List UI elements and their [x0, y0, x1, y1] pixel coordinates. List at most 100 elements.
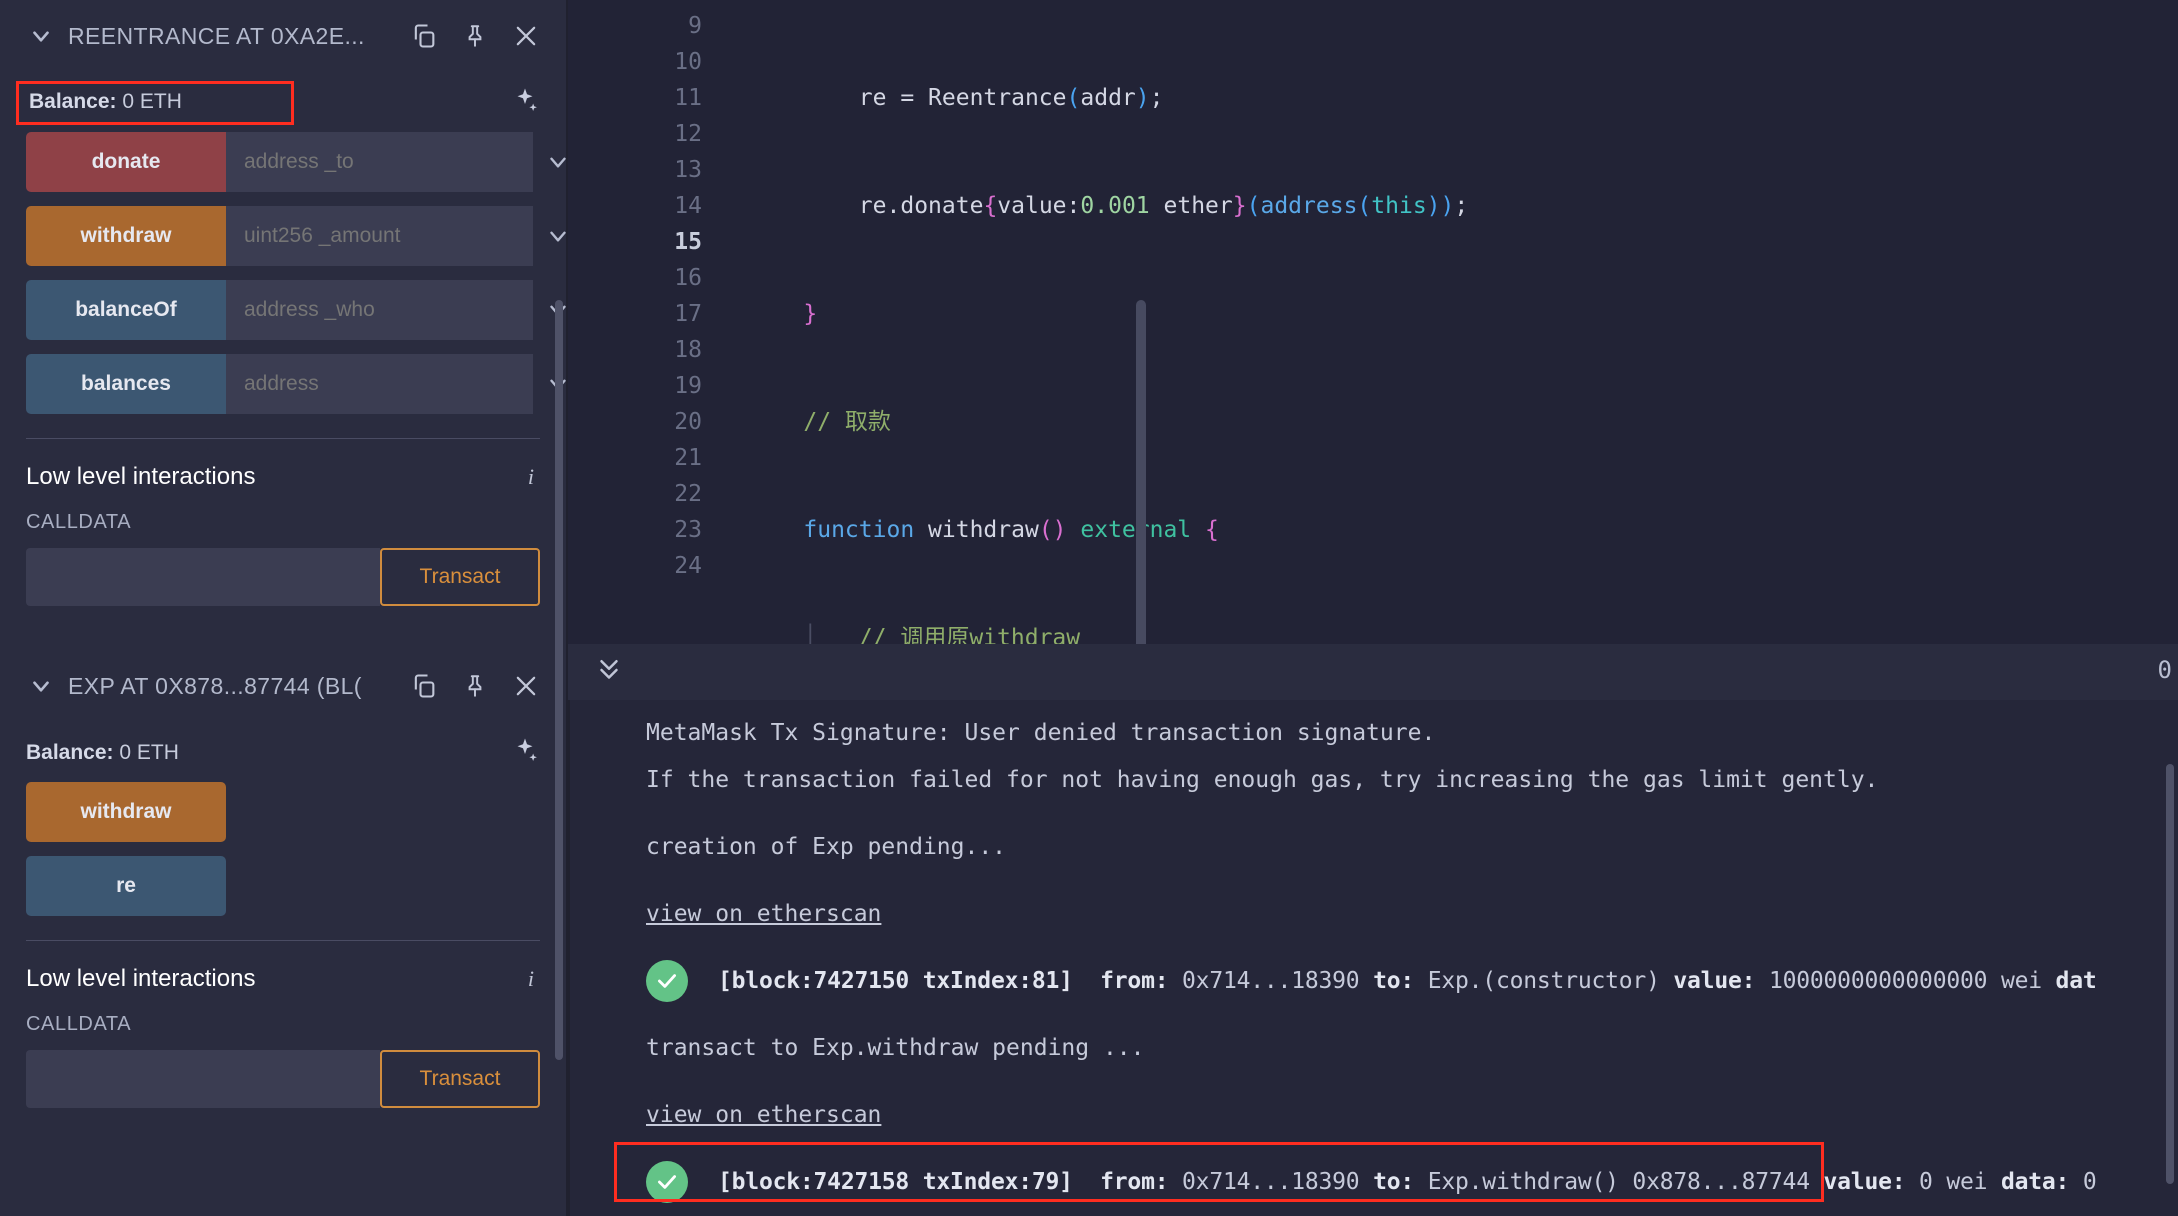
- highlighted-transaction-wrapper: [block:7427158 txIndex:79] from: 0x714..…: [614, 1142, 2178, 1215]
- line-number-gutter: 9 10 11 12 13 14 15 16 17 18 19 20 21 22…: [628, 0, 728, 644]
- tx-from-label: from:: [1100, 1168, 1169, 1195]
- transaction-log-row[interactable]: [block:7427158 txIndex:79] from: 0x714..…: [646, 1148, 2178, 1215]
- terminal-scrollbar[interactable]: [2166, 764, 2174, 1184]
- editor-scrollbar[interactable]: [1136, 300, 1146, 644]
- log-line-link[interactable]: view on etherscan: [646, 880, 2178, 947]
- deployed-contracts-panel: REENTRANCE AT 0XA2E... Balance: 0 ETH do…: [0, 0, 568, 1216]
- etherscan-link[interactable]: view on etherscan: [646, 901, 881, 927]
- transact-button[interactable]: Transact: [380, 548, 540, 606]
- info-icon[interactable]: i: [528, 464, 540, 490]
- code-line: re = Reentrance(addr);: [858, 85, 1164, 111]
- donate-input[interactable]: [226, 132, 533, 192]
- panel-scrollbar[interactable]: [555, 300, 563, 1060]
- balance-text: Balance: 0 ETH: [29, 90, 182, 113]
- balances-button[interactable]: balances: [26, 354, 226, 414]
- tx-value-value: 0 wei: [1919, 1168, 1988, 1195]
- code-line: │ // 调用原withdraw: [748, 625, 1081, 644]
- tx-data-label: dat: [2055, 967, 2097, 994]
- chevron-double-down-icon[interactable]: [594, 655, 624, 690]
- copy-icon[interactable]: [410, 672, 438, 700]
- tx-to-value: Exp.withdraw() 0x878...87744: [1427, 1168, 1810, 1195]
- function-row-donate: donate: [26, 132, 566, 192]
- close-icon[interactable]: [512, 672, 540, 700]
- line-number: 21: [674, 445, 702, 471]
- line-number: 9: [688, 13, 702, 39]
- balance-row: Balance: 0 ETH: [16, 74, 540, 132]
- success-check-icon: [646, 959, 688, 1002]
- instance-header[interactable]: EXP AT 0X878...87744 (BL(: [26, 650, 540, 722]
- line-number: 23: [674, 517, 702, 543]
- exp-re-button[interactable]: re: [26, 856, 226, 916]
- expand-withdraw-icon[interactable]: [533, 206, 566, 266]
- low-level-title: Low level interactions: [26, 463, 256, 490]
- sparkle-icon[interactable]: [510, 86, 540, 121]
- tx-from-value: 0x714...18390: [1182, 1168, 1360, 1195]
- withdraw-input[interactable]: [226, 206, 533, 266]
- balanceof-button[interactable]: balanceOf: [26, 280, 226, 340]
- terminal-panel: 0 MetaMask Tx Signature: User denied tra…: [568, 644, 2178, 1216]
- balanceof-input[interactable]: [226, 280, 533, 340]
- calldata-row: Transact: [26, 548, 540, 606]
- chevron-down-icon[interactable]: [26, 671, 56, 701]
- tx-block: [block:7427158 txIndex:79]: [718, 1168, 1073, 1195]
- calldata-input[interactable]: [26, 1050, 380, 1108]
- success-check-icon: [646, 1160, 688, 1203]
- log-line-link[interactable]: view on etherscan: [646, 1081, 2178, 1148]
- instance-separator: [0, 606, 566, 650]
- line-number: 12: [674, 121, 702, 147]
- tx-from-label: from:: [1100, 967, 1169, 994]
- exp-withdraw-button[interactable]: withdraw: [26, 782, 226, 842]
- line-number-active: 15: [674, 229, 702, 255]
- function-row-balances: balances: [26, 354, 566, 414]
- donate-button[interactable]: donate: [26, 132, 226, 192]
- calldata-row: Transact: [26, 1050, 540, 1108]
- expand-donate-icon[interactable]: [533, 132, 566, 192]
- line-number: 10: [674, 49, 702, 75]
- copy-icon[interactable]: [410, 22, 438, 50]
- log-line: creation of Exp pending...: [646, 833, 1007, 860]
- line-number: 17: [674, 301, 702, 327]
- etherscan-link[interactable]: view on etherscan: [646, 1102, 881, 1128]
- low-level-header: Low level interactions i: [26, 965, 540, 993]
- sparkle-icon[interactable]: [510, 736, 540, 771]
- tx-value-label: value:: [1823, 1168, 1906, 1195]
- tx-from-value: 0x714...18390: [1182, 967, 1360, 994]
- balance-value: 0 ETH: [122, 90, 182, 113]
- instance-header[interactable]: REENTRANCE AT 0XA2E...: [26, 0, 540, 72]
- main-area: 9 10 11 12 13 14 15 16 17 18 19 20 21 22…: [568, 0, 2178, 1216]
- function-row-withdraw: withdraw: [26, 206, 566, 266]
- calldata-label: CALLDATA: [26, 1013, 132, 1035]
- contract-instance-exp: EXP AT 0X878...87744 (BL( Balance: 0 ETH…: [0, 650, 566, 1108]
- calldata-label: CALLDATA: [26, 511, 132, 533]
- low-level-header: Low level interactions i: [26, 463, 540, 491]
- code-editor[interactable]: 9 10 11 12 13 14 15 16 17 18 19 20 21 22…: [568, 0, 2178, 644]
- line-number: 18: [674, 337, 702, 363]
- pin-icon[interactable]: [462, 23, 488, 49]
- close-icon[interactable]: [512, 22, 540, 50]
- tx-value-value: 1000000000000000 wei: [1768, 967, 2042, 994]
- chevron-down-icon[interactable]: [26, 21, 56, 51]
- instance-title: EXP AT 0X878...87744 (BL(: [68, 672, 362, 699]
- transact-button[interactable]: Transact: [380, 1050, 540, 1108]
- info-icon[interactable]: i: [528, 966, 540, 992]
- function-row-balanceof: balanceOf: [26, 280, 566, 340]
- section-divider: [26, 438, 540, 439]
- instance-title: REENTRANCE AT 0XA2E...: [68, 22, 365, 49]
- transaction-log-row[interactable]: [block:7427150 txIndex:81] from: 0x714..…: [646, 947, 2178, 1014]
- line-number: 14: [674, 193, 702, 219]
- code-line: }: [803, 301, 818, 327]
- code-content[interactable]: re = Reentrance(addr); re.donate{value:0…: [728, 0, 2178, 644]
- pin-icon[interactable]: [462, 673, 488, 699]
- tx-block: [block:7427150 txIndex:81]: [718, 967, 1073, 994]
- line-number: 22: [674, 481, 702, 507]
- calldata-input[interactable]: [26, 548, 380, 606]
- withdraw-button[interactable]: withdraw: [26, 206, 226, 266]
- balances-input[interactable]: [226, 354, 533, 414]
- function-list: withdraw re: [26, 782, 540, 916]
- remix-ide-window: REENTRANCE AT 0XA2E... Balance: 0 ETH do…: [0, 0, 2178, 1216]
- line-number: 11: [674, 85, 702, 111]
- balance-highlight-box: Balance: 0 ETH: [16, 81, 294, 125]
- section-divider: [26, 940, 540, 941]
- tx-to-label: to:: [1373, 967, 1415, 994]
- log-line: If the transaction failed for not having…: [646, 766, 1879, 793]
